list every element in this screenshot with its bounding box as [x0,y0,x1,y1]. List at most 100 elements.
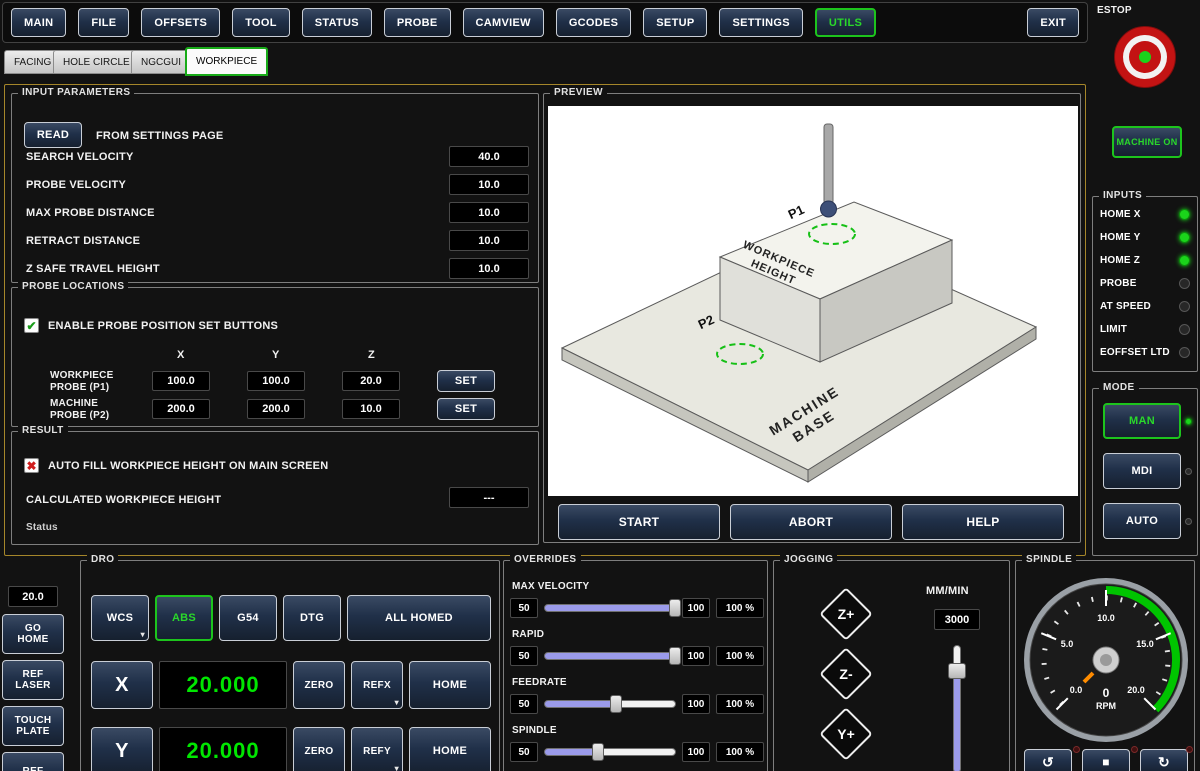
start-button[interactable]: START [558,504,720,540]
p1-y-value[interactable]: 100.0 [247,371,305,391]
p2-y-value[interactable]: 200.0 [247,399,305,419]
max-velocity-min: 50 [510,598,538,618]
wcs-label: WCS [107,612,134,624]
mode-man-button[interactable]: MAN [1103,403,1181,439]
feedrate-percent: 100 % [716,694,764,714]
menu-status[interactable]: STATUS [302,8,372,37]
mode-mdi-button[interactable]: MDI [1103,453,1181,489]
mode-auto-label: AUTO [1126,515,1158,527]
spindle-stop-button[interactable]: ■ [1082,749,1130,771]
dtg-button[interactable]: DTG [283,595,341,641]
mode-man-led [1185,418,1192,425]
ref-laser-button[interactable]: REF LASER [2,660,64,700]
spindle-ovr-percent: 100 % [716,742,764,762]
tab-hole-circle[interactable]: HOLE CIRCLE [53,50,140,74]
jog-z-minus-button[interactable]: Z- [818,646,874,702]
dro-panel: DRO WCS ABS G54 DTG ALL HOMED X 20.000 Z… [80,560,500,771]
feedrate-slider[interactable] [544,695,676,713]
p1-set-button[interactable]: SET [437,370,495,392]
y-ref-button[interactable]: REFY [351,727,403,771]
field-value-probe-velocity[interactable]: 10.0 [449,174,529,195]
jog-y-plus-button[interactable]: Y+ [818,706,874,762]
menu-tool[interactable]: TOOL [232,8,290,37]
g54-button[interactable]: G54 [219,595,277,641]
help-button[interactable]: HELP [902,504,1064,540]
spindle-panel: SPINDLE 0.0 5.0 10.0 15.0 20.0 0 RPM [1015,560,1195,771]
dro-panel-title: DRO [87,554,118,565]
max-velocity-percent: 100 % [716,598,764,618]
axis-x-button[interactable]: X [91,661,153,709]
jog-z-plus-button[interactable]: Z+ [818,586,874,642]
abort-button[interactable]: ABORT [730,504,892,540]
x-zero-button[interactable]: ZERO [293,661,345,709]
field-value-search-velocity[interactable]: 40.0 [449,146,529,167]
menu-camview[interactable]: CAMVIEW [463,8,544,37]
abs-button[interactable]: ABS [155,595,213,641]
y-zero-button[interactable]: ZERO [293,727,345,771]
rapid-slider[interactable] [544,647,676,665]
touch-plate-button[interactable]: TOUCH PLATE [2,706,64,746]
jog-rate-display: 3000 [934,609,980,630]
input-row: EOFFSET LTD [1100,341,1190,364]
x-ref-label: REFX [363,680,391,691]
input-row: HOME X [1100,203,1190,226]
home-y-led [1179,232,1190,243]
max-velocity-slider[interactable] [544,599,676,617]
input-label-probe: PROBE [1100,278,1137,289]
enable-probe-checkbox[interactable] [24,318,39,333]
p2-x-value[interactable]: 200.0 [152,399,210,419]
jog-rate-slider[interactable] [948,645,966,771]
p2-set-button[interactable]: SET [437,398,495,420]
menu-gcodes[interactable]: GCODES [556,8,631,37]
menu-settings[interactable]: SETTINGS [719,8,802,37]
menu-probe[interactable]: PROBE [384,8,451,37]
slider-handle[interactable] [592,743,604,761]
spindle-reverse-button[interactable]: ↺ [1024,749,1072,771]
read-button[interactable]: READ [24,122,82,148]
wcs-button[interactable]: WCS [91,595,149,641]
x-ref-button[interactable]: REFX [351,661,403,709]
estop-title: ESTOP [1097,5,1132,16]
slider-handle[interactable] [669,647,681,665]
tab-workpiece[interactable]: WORKPIECE [185,47,268,76]
exit-button[interactable]: EXIT [1027,8,1079,37]
menu-file[interactable]: FILE [78,8,129,37]
menu-setup[interactable]: SETUP [643,8,707,37]
field-value-retract-distance[interactable]: 10.0 [449,230,529,251]
probe-shaft [824,124,833,204]
preview-panel: PREVIEW P1 P2 [543,93,1081,543]
spindle-ovr-slider[interactable] [544,743,676,761]
slider-handle[interactable] [669,599,681,617]
all-homed-button[interactable]: ALL HOMED [347,595,491,641]
col-header-z: Z [368,349,375,361]
field-value-max-probe-distance[interactable]: 10.0 [449,202,529,223]
y-home-button[interactable]: HOME [409,727,491,771]
mode-auto-button[interactable]: AUTO [1103,503,1181,539]
menu-utils[interactable]: UTILS [815,8,876,37]
estop-button[interactable] [1114,26,1176,88]
machine-on-button[interactable]: MACHINE ON [1112,126,1182,158]
menu-main[interactable]: MAIN [11,8,66,37]
spindle-reverse-led [1073,746,1080,753]
slider-handle[interactable] [610,695,622,713]
slider-handle[interactable] [948,663,966,679]
ref-button[interactable]: REF [2,752,64,771]
spindle-forward-led [1186,746,1193,753]
autofill-checkbox[interactable] [24,458,39,473]
input-label-home-z: HOME Z [1100,255,1140,266]
x-home-button[interactable]: HOME [409,661,491,709]
tab-ngcgui[interactable]: NGCGUI [131,50,191,74]
input-row: AT SPEED [1100,295,1190,318]
dropdown-arrow-icon [141,630,145,639]
menu-offsets[interactable]: OFFSETS [141,8,220,37]
p2-z-value[interactable]: 10.0 [342,399,400,419]
p1-x-value[interactable]: 100.0 [152,371,210,391]
y-ref-label: REFY [363,746,391,757]
spindle-forward-button[interactable]: ↻ [1140,749,1188,771]
go-home-button[interactable]: GO HOME [2,614,64,654]
axis-y-button[interactable]: Y [91,727,153,771]
spindle-ovr-max: 100 [682,742,710,762]
p1-z-value[interactable]: 20.0 [342,371,400,391]
spindle-ovr-min: 50 [510,742,538,762]
field-value-z-safe-height[interactable]: 10.0 [449,258,529,279]
